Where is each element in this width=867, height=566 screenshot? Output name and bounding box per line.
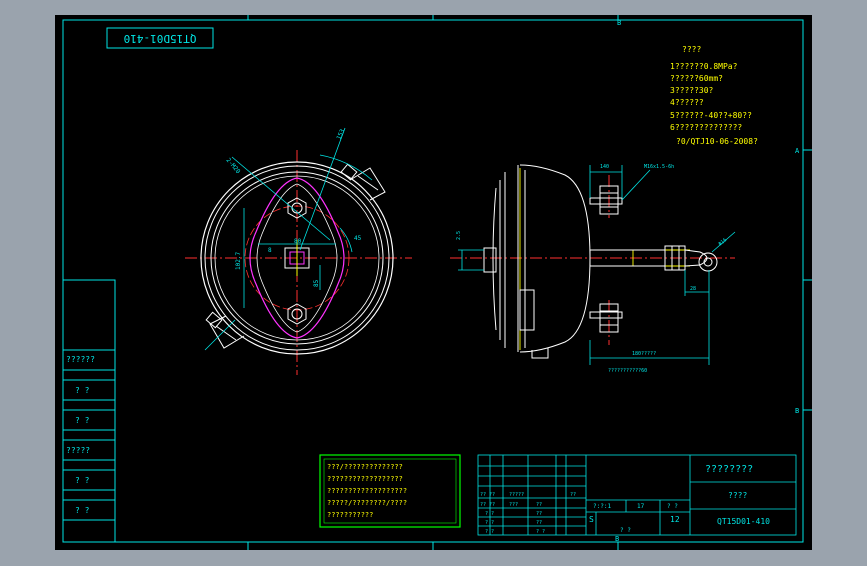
tech-req-line-5: 5??????-40??+80?? xyxy=(670,111,752,120)
tech-req-line-4: 4?????? xyxy=(670,98,704,107)
dim-d11: 28 xyxy=(690,286,696,292)
margin-label-4: ????? xyxy=(66,446,90,455)
grid-a-1: ?? ?? xyxy=(480,492,495,498)
notes-line-5: ??????????? xyxy=(327,511,373,519)
dim-d9: M16x1.5-6h xyxy=(644,164,674,170)
row-left-1: ? ? xyxy=(485,511,494,517)
margin-label-5: ? ? xyxy=(75,476,90,485)
dim-d7: 85 xyxy=(313,279,320,287)
notes-line-3: ??????????????????? xyxy=(327,487,407,495)
title-scale-label: ?:?:1 xyxy=(593,503,611,510)
zone-label-bottom: B xyxy=(615,535,619,543)
drawing-sheet xyxy=(55,15,812,550)
title-marker: S xyxy=(589,515,594,524)
margin-label-1: ?????? xyxy=(66,355,95,364)
margin-label-6: ? ? xyxy=(75,506,90,515)
grid-b-1: ?? ?? xyxy=(480,502,495,508)
dim-d5: 45 xyxy=(354,235,362,242)
dim-d6: 8 xyxy=(268,247,272,254)
grid-b-2: ??? xyxy=(509,502,518,508)
grid-a-2: ????? xyxy=(509,492,524,498)
title-col-17: 17 xyxy=(637,503,645,510)
drawing-code-rotated: QT15D01-410 xyxy=(124,32,197,45)
dim-d10: 2.5 xyxy=(456,231,462,240)
notes-line-1: ???/?????????????? xyxy=(327,463,403,471)
tech-req-line-1: 1??????0.8MPa? xyxy=(670,62,738,71)
notes-line-2: ?????????????????? xyxy=(327,475,403,483)
row-left-3: ? ? xyxy=(485,529,494,535)
zone-label-right-b: B xyxy=(795,407,799,415)
margin-label-3: ? ? xyxy=(75,416,90,425)
title-row-mid: ? ? xyxy=(620,527,631,534)
dim-d13: 180????? xyxy=(632,351,656,357)
dim-d14: ???????????60 xyxy=(608,368,647,374)
grid-a-3: ?? xyxy=(570,492,576,498)
tech-req-line-6: 6?????????????? xyxy=(670,123,742,132)
title-company: ???????? xyxy=(705,464,753,475)
notes-line-4: ?????/????????/???? xyxy=(327,499,407,507)
col-mid-2: ?? xyxy=(536,520,542,526)
tech-req-heading: ???? xyxy=(682,45,701,54)
margin-label-2: ? ? xyxy=(75,386,90,395)
title-sheet: 12 xyxy=(670,515,680,524)
row-left-2: ? ? xyxy=(485,520,494,526)
col-mid-1: ?? xyxy=(536,511,542,517)
zone-label-top: B xyxy=(617,19,621,27)
title-col-q: ? ? xyxy=(667,503,678,510)
tech-req-line-3: 3?????30? xyxy=(670,86,714,95)
dim-d2: 80 xyxy=(294,238,302,245)
tech-req-line-7: ?0/QTJ10-06-2008? xyxy=(676,137,758,146)
dim-d3: 102.7 xyxy=(235,252,242,270)
cad-viewport[interactable]: B B A B QT15D01-410 ?????? ? ? ? ? ?????… xyxy=(0,0,867,562)
title-drawing-no: QT15D01-410 xyxy=(717,517,770,526)
dim-d8: 140 xyxy=(600,164,609,170)
grid-b-3: ?? xyxy=(536,502,542,508)
tech-req-line-2: ??????60mm? xyxy=(670,74,723,83)
title-part-name: ???? xyxy=(728,491,747,500)
col-mid-3: ? ? xyxy=(536,529,545,535)
